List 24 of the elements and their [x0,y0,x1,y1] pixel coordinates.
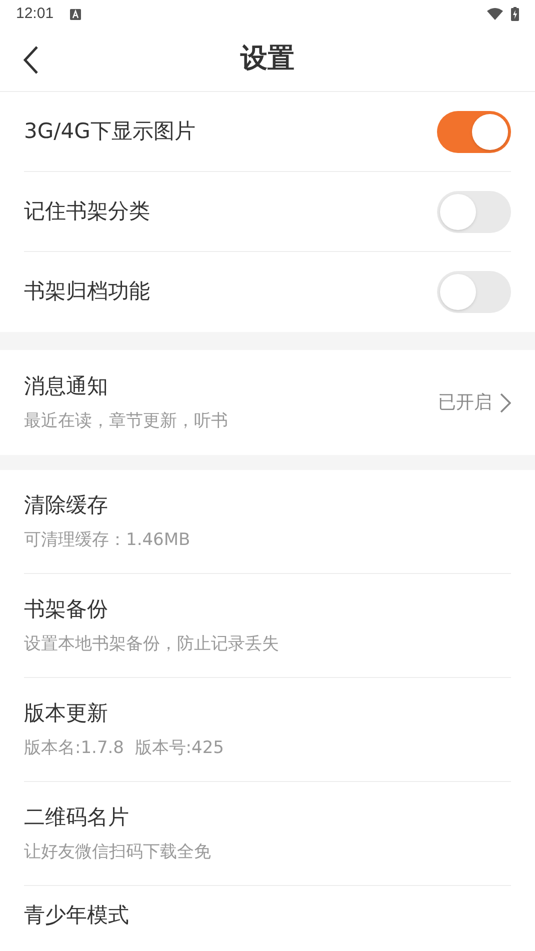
setting-label: 3G/4G下显示图片 [24,118,196,145]
status-value: 已开启 [438,391,492,415]
chevron-right-icon [500,392,511,412]
setting-description: 版本名:1.7.8 版本号:425 [24,736,225,760]
setting-title: 二维码名片 [24,804,130,831]
setting-label: 记住书架分类 [24,198,150,225]
notification-icon [70,8,81,20]
toggle-switch[interactable] [437,271,511,313]
setting-title: 青少年模式 [24,902,130,930]
setting-description: 让好友微信扫码下载全免 [24,840,212,864]
setting-title: 清除缓存 [24,492,109,519]
battery-icon [511,7,519,21]
toggle-switch[interactable] [437,190,511,232]
setting-description: 可清理缓存：1.46MB [24,528,192,552]
toggle-switch[interactable] [437,110,511,152]
setting-description: 最近在读，章节更新，听书 [24,410,228,432]
setting-title: 消息通知 [24,373,109,400]
wifi-icon [487,8,503,20]
setting-title: 版本更新 [24,700,109,727]
page-title: 设置 [240,42,294,76]
setting-label: 书架归档功能 [24,278,150,306]
status-time: 12:01 [16,4,54,24]
setting-title: 书架备份 [24,596,109,623]
setting-description: 设置本地书架备份，防止记录丢失 [24,632,280,656]
